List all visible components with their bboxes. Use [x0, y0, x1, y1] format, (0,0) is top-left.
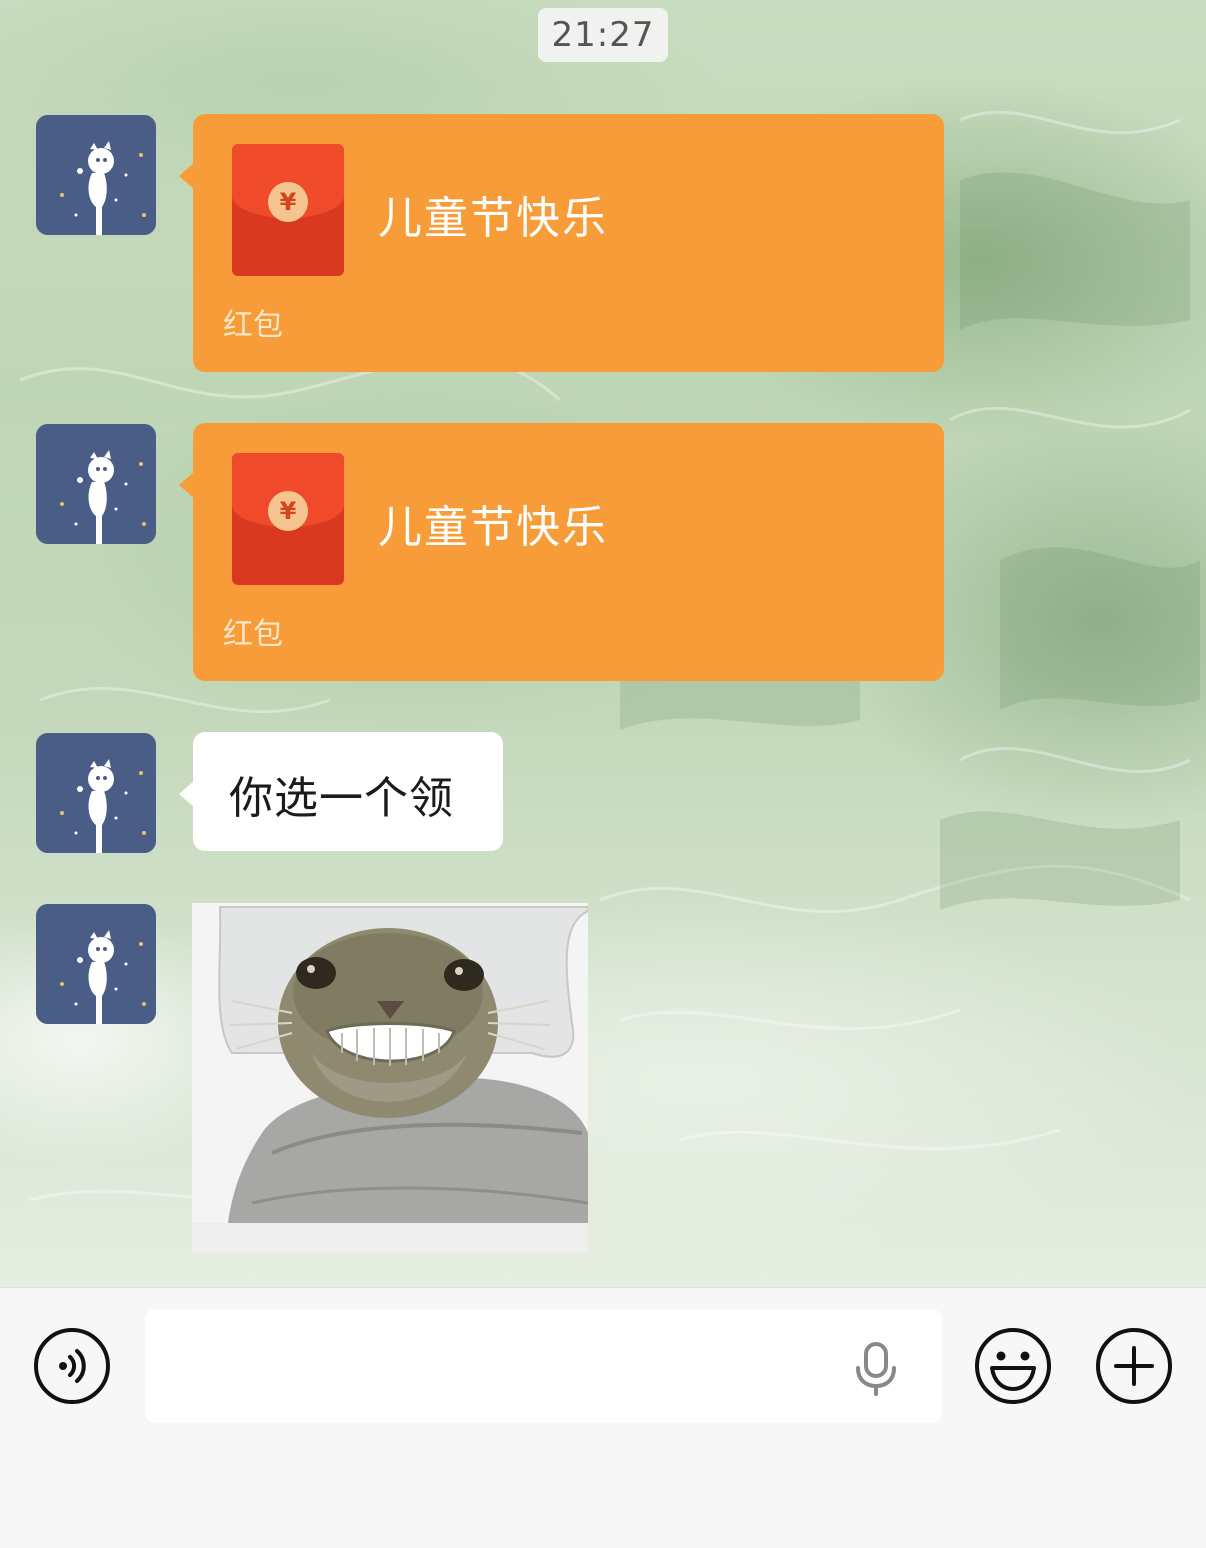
message-input[interactable]: [145, 1309, 942, 1423]
contact-avatar[interactable]: [36, 904, 156, 1024]
message-text: 你选一个领: [229, 773, 454, 824]
cartoon-dog-avatar-icon: [36, 115, 156, 235]
microphone-icon[interactable]: [852, 1342, 900, 1396]
red-packet-title: 儿童节快乐: [378, 502, 608, 553]
red-envelope-icon: ¥: [232, 453, 344, 585]
contact-avatar[interactable]: [36, 424, 156, 544]
contact-avatar[interactable]: [36, 115, 156, 235]
smiling-cat-sticker-icon: [192, 903, 588, 1253]
input-bar: [0, 1287, 1206, 1548]
red-packet-title: 儿童节快乐: [378, 193, 608, 244]
contact-avatar[interactable]: [36, 733, 156, 853]
yuan-coin-icon: ¥: [268, 182, 308, 222]
voice-mode-button[interactable]: [32, 1326, 112, 1406]
sticker-message[interactable]: [192, 903, 588, 1253]
plus-icon: [1096, 1328, 1172, 1404]
red-packet-message[interactable]: ¥ 儿童节快乐 红包: [179, 114, 944, 372]
red-packet-message[interactable]: ¥ 儿童节快乐 红包: [179, 423, 944, 681]
red-packet-label: 红包: [223, 617, 283, 652]
cartoon-dog-avatar-icon: [36, 424, 156, 544]
chat-screen: 21:27 ¥ 儿童节快乐 红包 ¥ 儿童节快乐 红包 你选一个领: [0, 0, 1206, 1548]
more-options-button[interactable]: [1094, 1326, 1174, 1406]
text-message-bubble[interactable]: 你选一个领: [179, 732, 503, 851]
emoji-button[interactable]: [973, 1326, 1053, 1406]
cartoon-dog-avatar-icon: [36, 904, 156, 1024]
message-timestamp: 21:27: [538, 8, 668, 62]
red-packet-label: 红包: [223, 308, 283, 343]
emoji-icon: [975, 1328, 1051, 1404]
red-envelope-icon: ¥: [232, 144, 344, 276]
cartoon-dog-avatar-icon: [36, 733, 156, 853]
voice-mode-icon: [34, 1328, 110, 1404]
yuan-coin-icon: ¥: [268, 491, 308, 531]
